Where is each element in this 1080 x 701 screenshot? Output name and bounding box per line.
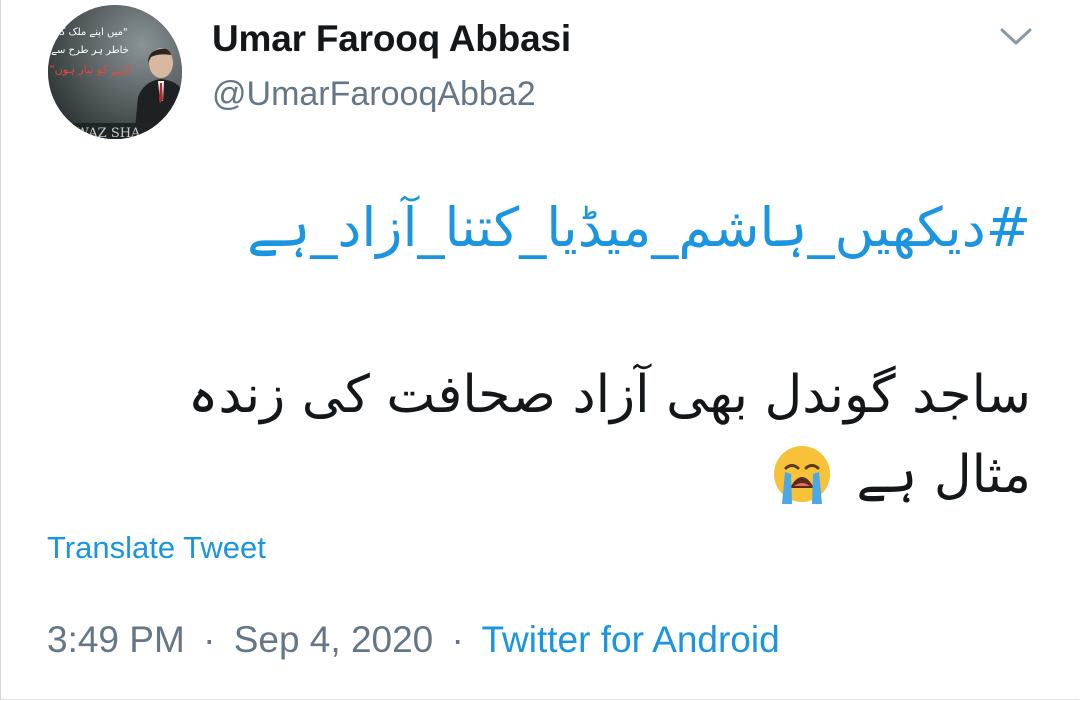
tweet-hashtag[interactable]: #دیکھیں_ہاشم_میڈیا_کتنا_آزاد_ہے (247, 180, 1031, 276)
tweet-meta: 3:49 PM · Sep 4, 2020 · Twitter for Andr… (47, 619, 780, 661)
tweet-source-link[interactable]: Twitter for Android (481, 619, 779, 660)
profile-photo-icon: "میں اپنے ملک کی خاطر ہر طرح سے لڑنے کو … (48, 5, 182, 139)
chevron-down-icon (1000, 28, 1032, 45)
avatar-quote-line-3: لڑنے کو تیار ہوں" (50, 63, 131, 76)
crying-face-emoji-icon (772, 444, 832, 527)
tweet-text: ساجد گوندل بھی آزاد صحافت کی زندہ مثال ہ… (101, 355, 1031, 527)
avatar-quote-line-1: "میں اپنے ملک کی (52, 27, 127, 38)
author-handle[interactable]: @UmarFarooqAbba2 (212, 75, 536, 114)
tweet-menu-button[interactable] (996, 20, 1036, 52)
avatar-quote-line-2: خاطر ہر طرح سے (51, 45, 129, 56)
author-display-name[interactable]: Umar Farooq Abbasi (212, 18, 571, 60)
avatar-footer-text: WAZ SHA (76, 126, 142, 139)
author-avatar[interactable]: "میں اپنے ملک کی خاطر ہر طرح سے لڑنے کو … (48, 5, 182, 139)
tweet-time[interactable]: 3:49 PM (47, 619, 185, 660)
tweet-date[interactable]: Sep 4, 2020 (234, 619, 434, 660)
tweet-text-content: ساجد گوندل بھی آزاد صحافت کی زندہ مثال ہ… (187, 365, 1031, 505)
meta-separator: · (203, 619, 216, 660)
tweet-card: "میں اپنے ملک کی خاطر ہر طرح سے لڑنے کو … (0, 0, 1079, 700)
translate-tweet-link[interactable]: Translate Tweet (47, 530, 266, 566)
meta-separator: · (451, 619, 464, 660)
